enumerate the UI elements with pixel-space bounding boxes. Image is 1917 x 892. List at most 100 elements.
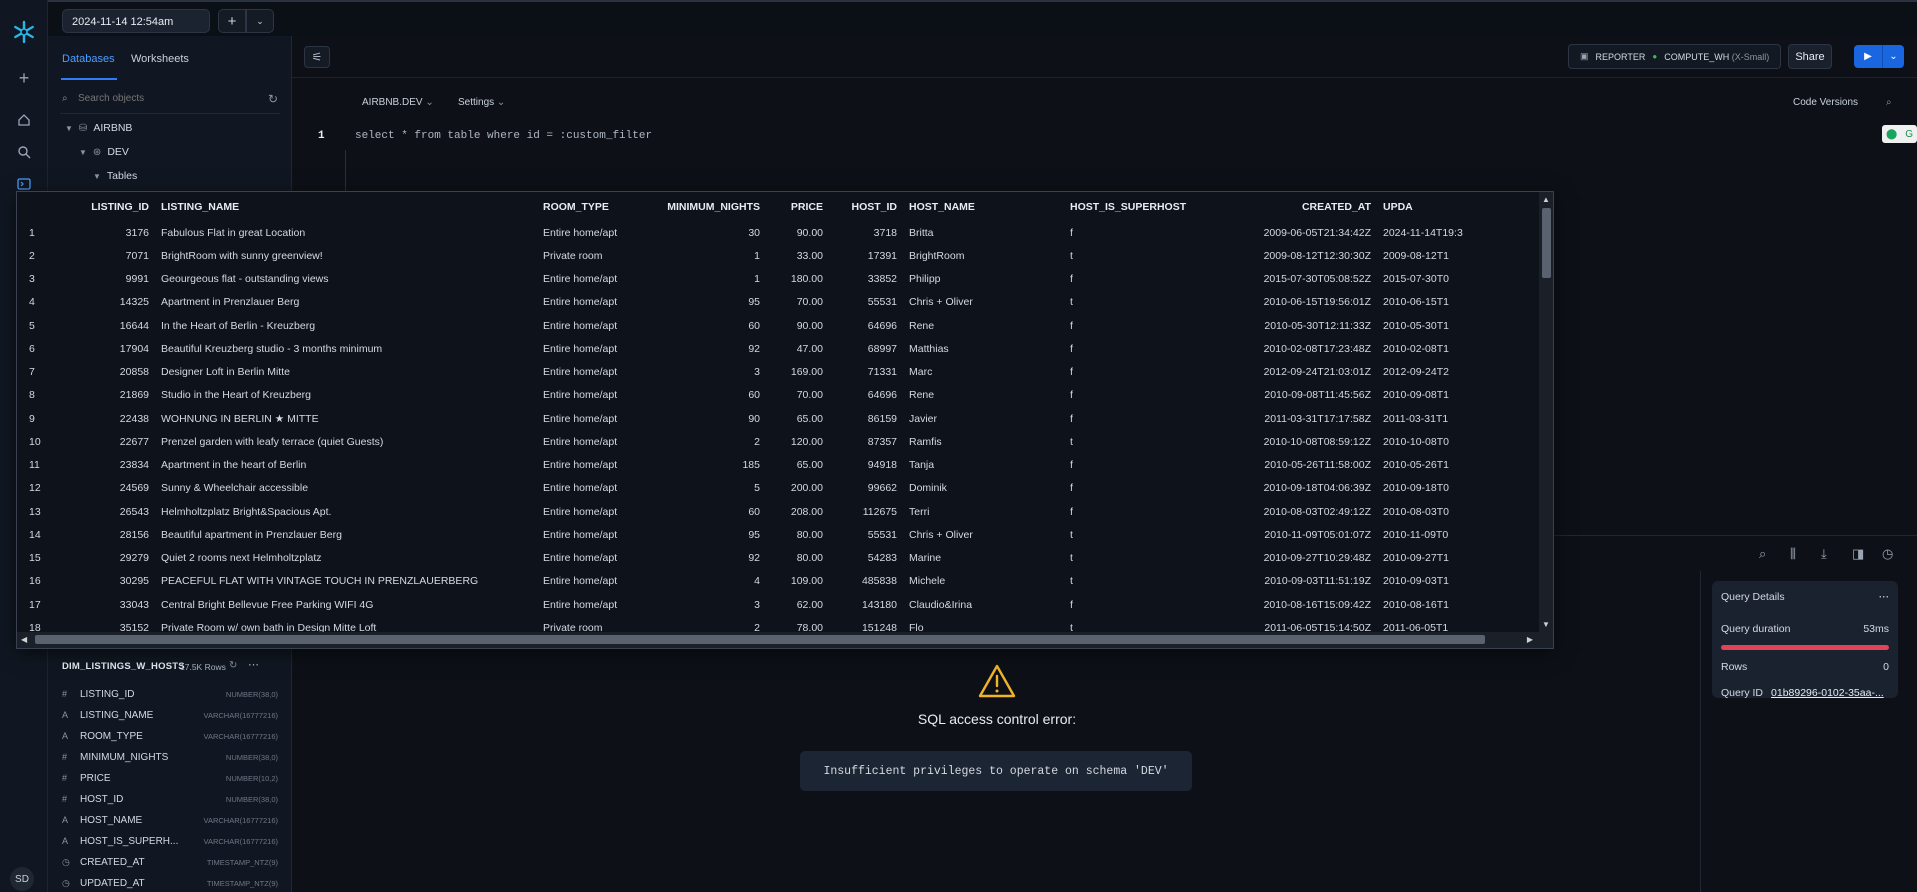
- table-cell: t: [1070, 249, 1073, 262]
- scroll-up-icon[interactable]: ▲: [1542, 195, 1550, 204]
- sql-code[interactable]: select * from table where id = :custom_f…: [355, 130, 652, 142]
- refresh-icon[interactable]: ↻: [229, 660, 237, 671]
- column-item[interactable]: # PRICE NUMBER(10,2): [62, 769, 282, 787]
- table-row[interactable]: 3 9991 Geourgeous flat - outstanding views…: [17, 268, 1507, 291]
- context-selector[interactable]: AIRBNB.DEV ⌄: [362, 97, 434, 108]
- table-cell: 2010-09-18T0: [1383, 482, 1449, 495]
- table-cell: 208.00: [790, 505, 823, 518]
- table-row[interactable]: 7 20858 Designer Loft in Berlin Mitte Entir…: [17, 361, 1507, 384]
- role-warehouse-selector[interactable]: ▣ REPORTER ● COMPUTE_WH (X-Small): [1568, 44, 1781, 69]
- table-cell: 21869: [119, 389, 149, 402]
- run-button[interactable]: ▶ ⌄: [1854, 45, 1904, 68]
- history-icon[interactable]: ◷: [1882, 546, 1893, 562]
- column-item[interactable]: A LISTING_NAME VARCHAR(16777216): [62, 706, 282, 724]
- tab-menu-button[interactable]: ⌄: [246, 9, 274, 33]
- play-icon[interactable]: ▶: [1854, 45, 1883, 68]
- scroll-thumb[interactable]: [1542, 208, 1551, 278]
- scroll-left-icon[interactable]: ◀: [21, 635, 27, 644]
- download-icon[interactable]: ⤓: [1821, 546, 1827, 562]
- column-header[interactable]: ROOM_TYPE: [537, 192, 643, 221]
- table-cell: 169.00: [790, 366, 823, 379]
- search-icon[interactable]: ⌕: [1759, 546, 1766, 562]
- column-item[interactable]: A HOST_NAME VARCHAR(16777216): [62, 811, 282, 829]
- column-item[interactable]: A HOST_IS_SUPERH... VARCHAR(16777216): [62, 832, 282, 850]
- column-header[interactable]: UPDA: [1377, 192, 1507, 221]
- columns-icon[interactable]: ⫼: [1790, 546, 1796, 562]
- column-header[interactable]: LISTING_NAME: [155, 192, 537, 221]
- worksheet-tab[interactable]: 2024-11-14 12:54am: [62, 9, 210, 33]
- code-versions-button[interactable]: Code Versions: [1793, 97, 1858, 108]
- table-row[interactable]: 12 24569 Sunny & Wheelchair accessible Enti…: [17, 477, 1507, 500]
- worksheet-header: ⚟ ▣ REPORTER ● COMPUTE_WH (X-Small) Shar…: [292, 36, 1917, 78]
- more-options-icon[interactable]: ⋯: [1879, 591, 1890, 603]
- table-row[interactable]: 9 22438 WOHNUNG IN BERLIN ★ MITTE Entire ho…: [17, 407, 1507, 430]
- tree-item-database[interactable]: ▼ ⛁ AIRBNB: [65, 122, 132, 134]
- more-options-icon[interactable]: ⋯: [248, 658, 259, 671]
- column-item[interactable]: # HOST_ID NUMBER(38,0): [62, 790, 282, 808]
- table-row[interactable]: 8 21869 Studio in the Heart of Kreuzberg En…: [17, 384, 1507, 407]
- filter-button[interactable]: ⚟: [304, 46, 330, 68]
- table-row[interactable]: 6 17904 Beautiful Kreuzberg studio - 3 mon…: [17, 337, 1507, 360]
- tree-item-tables[interactable]: ▼ Tables: [93, 170, 137, 182]
- search-icon[interactable]: ⌕: [1886, 97, 1892, 108]
- column-header[interactable]: HOST_NAME: [903, 192, 1064, 221]
- table-row[interactable]: 4 14325 Apartment in Prenzlauer Berg Entire…: [17, 291, 1507, 314]
- avatar[interactable]: SD: [10, 867, 34, 891]
- scroll-down-icon[interactable]: ▼: [1542, 620, 1550, 629]
- column-header[interactable]: [17, 192, 72, 221]
- table-cell: Entire home/apt: [543, 598, 618, 611]
- table-row[interactable]: 1 3176 Fabulous Flat in great Location Enti…: [17, 221, 1507, 244]
- scroll-right-icon[interactable]: ▶: [1527, 635, 1533, 644]
- table-cell: 3718: [873, 226, 897, 239]
- table-cell: f: [1070, 482, 1073, 495]
- table-row[interactable]: 2 7071 BrightRoom with sunny greenview! Pri…: [17, 244, 1507, 267]
- table-row[interactable]: 5 16644 In the Heart of Berlin - Kreuzberg…: [17, 314, 1507, 337]
- home-icon[interactable]: [12, 108, 36, 132]
- table-cell: 2024-11-14T19:3: [1383, 226, 1463, 239]
- row-number: 2: [29, 249, 35, 262]
- column-header[interactable]: MINIMUM_NIGHTS: [643, 192, 766, 221]
- settings-dropdown[interactable]: Settings ⌄: [458, 97, 505, 108]
- extension-badge[interactable]: ⬤ G: [1882, 125, 1917, 143]
- tree-item-schema[interactable]: ▼ ⊛ DEV: [79, 146, 129, 158]
- new-tab-button[interactable]: +: [218, 9, 246, 33]
- clock-type-icon: ◷: [62, 856, 70, 867]
- table-cell: 2010-09-27T10:29:48Z: [1263, 552, 1371, 565]
- search-input[interactable]: [78, 93, 248, 104]
- split-panel-icon[interactable]: ◨: [1852, 546, 1864, 562]
- vertical-scrollbar[interactable]: ▲ ▼: [1539, 192, 1553, 632]
- table-row[interactable]: 10 22677 Prenzel garden with leafy terrace…: [17, 430, 1507, 453]
- column-item[interactable]: # LISTING_ID NUMBER(38,0): [62, 685, 282, 703]
- column-item[interactable]: ◷ UPDATED_AT TIMESTAMP_NTZ(9): [62, 874, 282, 892]
- table-row[interactable]: 11 23834 Apartment in the heart of Berlin E…: [17, 454, 1507, 477]
- table-row[interactable]: 17 33043 Central Bright Bellevue Free Park…: [17, 593, 1507, 616]
- table-row[interactable]: 14 28156 Beautiful apartment in Prenzlauer…: [17, 523, 1507, 546]
- table-cell: Philipp: [909, 273, 941, 286]
- chevron-down-icon[interactable]: ⌄: [1883, 45, 1904, 68]
- tab-databases[interactable]: Databases: [62, 53, 115, 65]
- scroll-thumb[interactable]: [35, 635, 1485, 644]
- horizontal-scrollbar[interactable]: ◀ ▶: [17, 632, 1553, 648]
- plus-icon[interactable]: +: [12, 66, 36, 90]
- table-cell: 20858: [119, 366, 149, 379]
- table-row[interactable]: 16 30295 PEACEFUL FLAT WITH VINTAGE TOUCH …: [17, 570, 1507, 593]
- chevron-down-icon: ⌄: [256, 15, 264, 26]
- table-row[interactable]: 15 29279 Quiet 2 rooms next Helmholtzplatz…: [17, 547, 1507, 570]
- query-id-link[interactable]: 01b89296-0102-35aa-...: [1771, 687, 1884, 699]
- refresh-icon[interactable]: ↻: [268, 92, 278, 106]
- share-button[interactable]: Share: [1788, 44, 1832, 69]
- column-header[interactable]: HOST_IS_SUPERHOST: [1064, 192, 1212, 221]
- column-item[interactable]: # MINIMUM_NIGHTS NUMBER(38,0): [62, 748, 282, 766]
- tab-worksheets[interactable]: Worksheets: [131, 53, 189, 65]
- table-row[interactable]: 13 26543 Helmholtzplatz Bright&Spacious Ap…: [17, 500, 1507, 523]
- error-title: SQL access control error:: [917, 711, 1077, 727]
- snowflake-logo-icon[interactable]: [12, 20, 36, 44]
- column-item[interactable]: ◷ CREATED_AT TIMESTAMP_NTZ(9): [62, 853, 282, 871]
- column-item[interactable]: A ROOM_TYPE VARCHAR(16777216): [62, 727, 282, 745]
- search-icon[interactable]: [12, 140, 36, 164]
- row-number: 9: [29, 412, 35, 425]
- column-header[interactable]: HOST_ID: [829, 192, 903, 221]
- column-header[interactable]: PRICE: [766, 192, 829, 221]
- column-header[interactable]: LISTING_ID: [72, 192, 155, 221]
- column-header[interactable]: CREATED_AT: [1212, 192, 1377, 221]
